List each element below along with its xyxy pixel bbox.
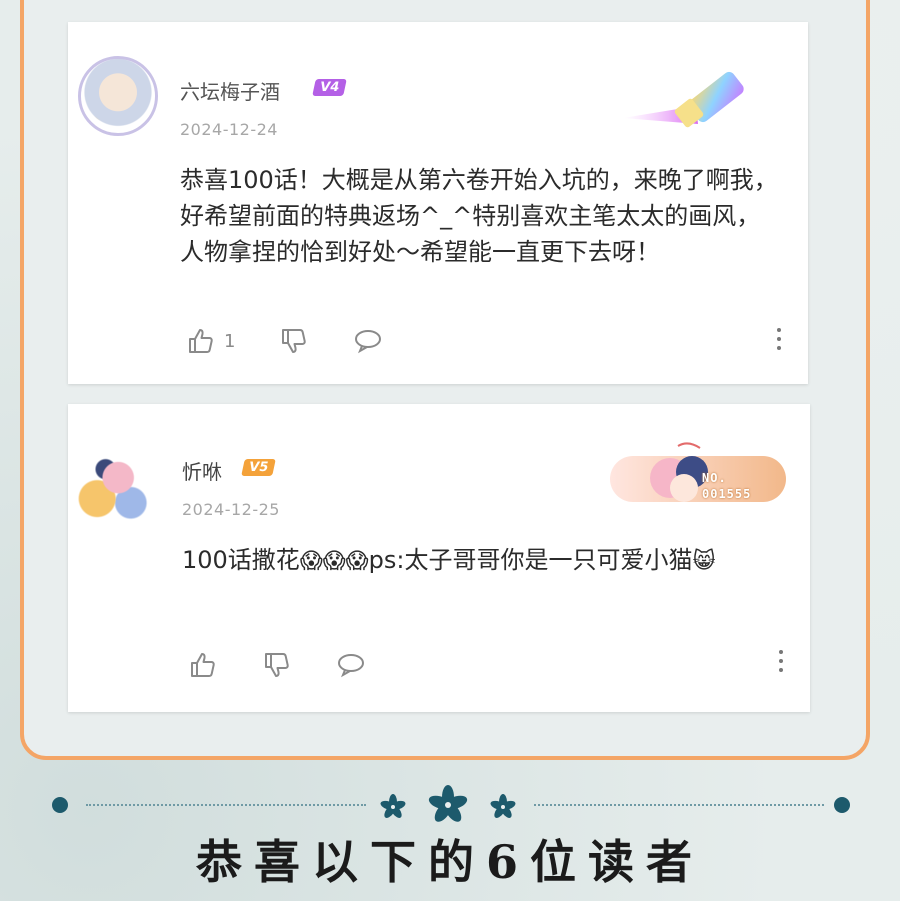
comment-icon (338, 654, 364, 678)
thumb-down-icon (265, 653, 289, 677)
level-badge: V4 (312, 79, 347, 96)
divider-dot (834, 797, 850, 813)
dislike-button[interactable] (262, 650, 292, 680)
level-badge: V5 (241, 459, 276, 476)
footer-title: 恭喜以下的6位读者 (195, 835, 704, 889)
comment-icon (355, 330, 382, 354)
section-divider (50, 785, 860, 822)
comment-date: 2024-12-25 (182, 500, 280, 519)
comment-card: 六坛梅子酒 V4 2024-12-24 恭喜100话！大概是从第六卷开始入坑的，… (68, 22, 808, 384)
comment-date: 2024-12-24 (180, 120, 278, 139)
reply-button[interactable] (353, 326, 383, 356)
username[interactable]: 忻咻 (182, 456, 222, 485)
more-icon[interactable] (778, 650, 784, 674)
divider-dot (52, 797, 68, 813)
dislike-button[interactable] (279, 326, 309, 356)
reply-button[interactable] (336, 650, 366, 680)
like-button[interactable] (188, 650, 218, 680)
divider-line (86, 804, 366, 806)
comment-text-part: 100话撒花 (182, 546, 300, 574)
thumb-up-icon (189, 329, 213, 353)
flower-icon (380, 794, 406, 818)
comment-text: 100话撒花😱😱😱ps:太子哥哥你是一只可爱小猫😸 (182, 542, 782, 580)
like-button[interactable]: 1 (186, 326, 235, 356)
comment-text-part: ps:太子哥哥你是一只可爱小猫 (368, 546, 693, 574)
badge-number: NO. 001555 (702, 471, 752, 501)
avatar[interactable] (72, 444, 156, 528)
thumb-up-icon (191, 653, 215, 677)
more-icon[interactable] (776, 328, 782, 352)
comment-card: 忻咻 V5 2024-12-25 NO. 001555 100话撒花😱😱😱ps:… (68, 404, 810, 712)
comment-text: 恭喜100话！大概是从第六卷开始入坑的，来晚了啊我，好希望前面的特典返场^_^特… (180, 166, 778, 266)
like-count: 1 (224, 330, 236, 352)
flower-icon (490, 794, 516, 818)
comment-actions (188, 650, 410, 680)
divider-line (534, 804, 824, 806)
avatar[interactable] (78, 56, 158, 136)
paintbrush-decoration-icon (623, 71, 744, 128)
comment-actions: 1 (186, 326, 427, 356)
cat-emoji-icon: 😸 (692, 549, 716, 574)
flower-icon (428, 785, 468, 822)
scream-emoji-icon: 😱😱😱 (299, 549, 369, 574)
thumb-down-icon (282, 329, 307, 353)
username[interactable]: 六坛梅子酒 (180, 76, 280, 105)
